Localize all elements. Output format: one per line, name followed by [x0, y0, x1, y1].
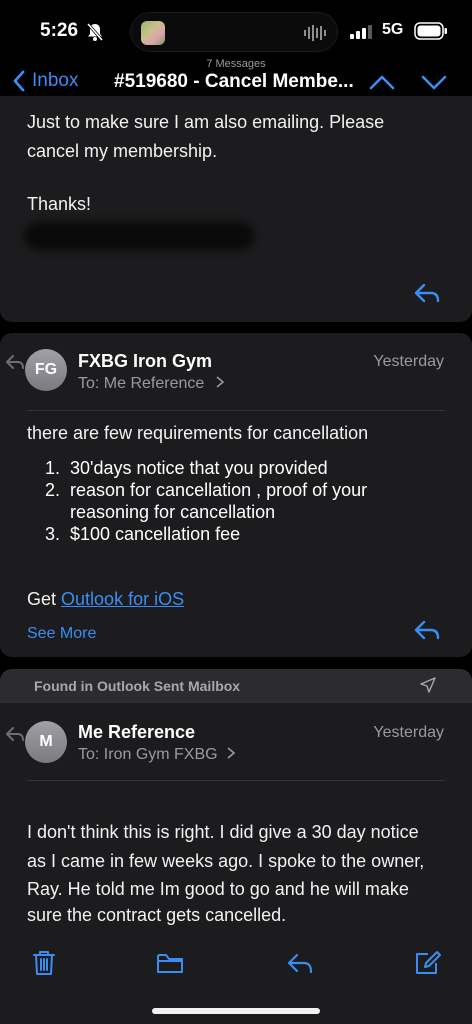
- bell-slash-icon: [86, 23, 104, 41]
- status-time: 5:26: [40, 20, 79, 41]
- reply-icon[interactable]: [286, 950, 314, 976]
- recipient-line[interactable]: To: Iron Gym FXBG: [78, 746, 236, 764]
- message-date: Yesterday: [373, 353, 444, 370]
- previous-message-chevron-up-icon[interactable]: [368, 72, 396, 92]
- folder-icon[interactable]: [156, 950, 184, 976]
- recipient-line[interactable]: To: Me Reference: [78, 375, 225, 393]
- sender-name: Me Reference: [78, 722, 196, 742]
- back-label: Inbox: [32, 70, 79, 91]
- outlook-signature: Get Outlook for iOS: [27, 585, 184, 614]
- replied-indicator-icon: [6, 727, 24, 741]
- found-in-label: Found in Outlook Sent Mailbox: [34, 678, 241, 694]
- message-intro: there are few requirements for cancellat…: [27, 423, 369, 443]
- reply-icon[interactable]: [413, 619, 441, 641]
- redacted-signature: [24, 222, 254, 250]
- status-bar: 5:26 5G: [0, 0, 472, 60]
- message-card-3[interactable]: M Me Reference To: Iron Gym FXBG Yesterd…: [0, 669, 472, 969]
- avatar: M: [25, 721, 67, 763]
- home-indicator[interactable]: [152, 1008, 320, 1014]
- outlook-for-ios-link[interactable]: Outlook for iOS: [61, 589, 184, 609]
- message-body-line: Ray. He told me Im good to go and he wil…: [27, 879, 409, 899]
- network-type: 5G: [382, 21, 404, 38]
- requirements-list: 1. 30'days notice that you provided 2. r…: [27, 457, 447, 545]
- message-body-line: as I came in few weeks ago. I spoke to t…: [27, 851, 425, 871]
- chevron-left-icon: [13, 70, 25, 92]
- back-to-inbox-button[interactable]: Inbox: [12, 70, 78, 92]
- chevron-right-icon: [216, 376, 224, 388]
- chevron-right-icon: [227, 747, 236, 759]
- see-more-button[interactable]: See More: [27, 625, 96, 643]
- message-card-2[interactable]: FG FXBG Iron Gym To: Me Reference Yester…: [0, 333, 472, 657]
- to-prefix: To:: [78, 375, 100, 392]
- recipient-name: Iron Gym FXBG: [103, 746, 218, 763]
- next-message-chevron-down-icon[interactable]: [420, 72, 448, 92]
- list-item: 3. $100 cancellation fee: [45, 524, 241, 544]
- avatar: FG: [25, 349, 67, 391]
- sender-name: FXBG Iron Gym: [78, 351, 213, 371]
- found-in-mailbox-bar: Found in Outlook Sent Mailbox: [0, 669, 472, 703]
- trash-icon[interactable]: [30, 950, 58, 976]
- to-prefix: To:: [78, 746, 100, 763]
- battery-icon: [414, 22, 447, 40]
- message-body-line: Just to make sure I am also emailing. Pl…: [27, 112, 385, 132]
- audio-waveform-icon: [304, 25, 326, 41]
- list-item: 2. reason for cancellation , proof of yo…: [45, 480, 368, 522]
- now-playing-artwork: [141, 21, 165, 45]
- get-label: Get: [27, 589, 57, 609]
- thread-title: #519680 - Cancel Membe...: [114, 71, 354, 92]
- dynamic-island[interactable]: [130, 12, 338, 52]
- replied-indicator-icon: [6, 355, 24, 369]
- message-body-line: Thanks!: [27, 194, 92, 214]
- cellular-signal-icon: [350, 25, 372, 39]
- message-body-line: I don't think this is right. I did give …: [27, 822, 419, 842]
- paper-plane-icon: [420, 677, 436, 693]
- compose-icon[interactable]: [414, 950, 442, 976]
- list-item: 1. 30'days notice that you provided: [45, 458, 328, 478]
- message-date: Yesterday: [373, 724, 444, 741]
- header-divider: [27, 410, 445, 411]
- header-divider: [27, 780, 445, 781]
- reply-icon[interactable]: [413, 282, 441, 304]
- message-body-line: sure the contract gets cancelled.: [27, 905, 287, 925]
- message-body-line: cancel my membership.: [27, 141, 218, 161]
- recipient-name: Me Reference: [103, 375, 205, 392]
- message-card-1[interactable]: Just to make sure I am also emailing. Pl…: [0, 96, 472, 322]
- message-count: 7 Messages: [206, 58, 266, 70]
